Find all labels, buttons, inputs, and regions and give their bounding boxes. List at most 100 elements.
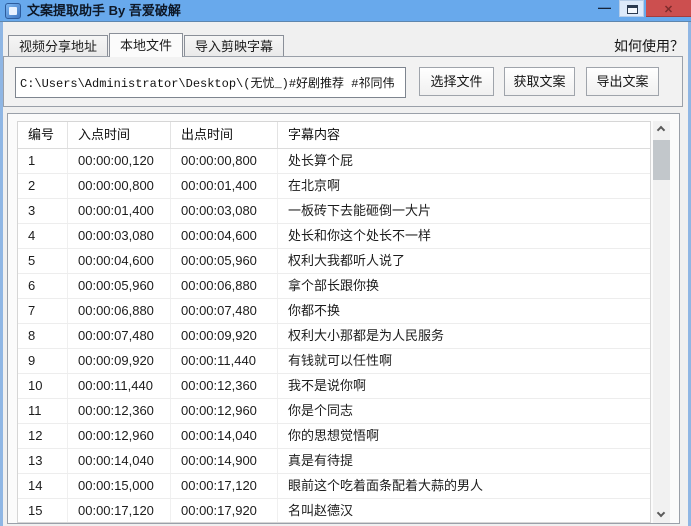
table-row[interactable]: 10 00:00:11,440 00:00:12,360 我不是说你啊 xyxy=(18,374,650,399)
column-header-number[interactable]: 编号 xyxy=(18,122,68,148)
minimize-button[interactable]: — xyxy=(592,0,617,17)
table-cell: 12 xyxy=(18,424,68,448)
table-cell: 00:00:14,040 xyxy=(68,449,171,473)
table-cell: 5 xyxy=(18,249,68,273)
table-cell: 14 xyxy=(18,474,68,498)
tab-local-file[interactable]: 本地文件 xyxy=(109,33,184,57)
table-row[interactable]: 12 00:00:12,960 00:00:14,040 你的思想觉悟啊 xyxy=(18,424,650,449)
table-cell: 00:00:11,440 xyxy=(171,349,278,373)
table-cell: 15 xyxy=(18,499,68,522)
tab-video-share-url[interactable]: 视频分享地址 xyxy=(8,35,109,57)
table-row[interactable]: 7 00:00:06,880 00:00:07,480 你都不换 xyxy=(18,299,650,324)
table-cell: 2 xyxy=(18,174,68,198)
chevron-down-icon xyxy=(656,508,666,518)
table-row[interactable]: 1 00:00:00,120 00:00:00,800 处长算个屁 xyxy=(18,149,650,174)
table-row[interactable]: 6 00:00:05,960 00:00:06,880 拿个部长跟你换 xyxy=(18,274,650,299)
table-cell: 00:00:00,800 xyxy=(68,174,171,198)
column-header-in-time[interactable]: 入点时间 xyxy=(68,122,171,148)
table-cell: 11 xyxy=(18,399,68,423)
scroll-down-button[interactable] xyxy=(653,506,670,523)
export-text-button[interactable]: 导出文案 xyxy=(586,67,659,96)
table-row[interactable]: 11 00:00:12,360 00:00:12,960 你是个同志 xyxy=(18,399,650,424)
table-cell: 权利大我都听人说了 xyxy=(288,253,406,268)
get-text-button[interactable]: 获取文案 xyxy=(504,67,575,96)
table-cell: 有钱就可以任性啊 xyxy=(288,353,393,368)
table-cell: 处长和你这个处长不一样 xyxy=(288,228,432,243)
table-cell: 你是个同志 xyxy=(288,403,354,418)
table-row[interactable]: 3 00:00:01,400 00:00:03,080 一板砖下去能砸倒一大片 xyxy=(18,199,650,224)
table-row[interactable]: 4 00:00:03,080 00:00:04,600 处长和你这个处长不一样 xyxy=(18,224,650,249)
table-cell: 00:00:17,920 xyxy=(171,499,278,522)
subtitle-table-panel: 编号 入点时间 出点时间 字幕内容 1 00:00:00,120 00:00:00,… xyxy=(7,113,680,524)
table-cell: 00:00:05,960 xyxy=(68,274,171,298)
subtitle-table: 编号 入点时间 出点时间 字幕内容 1 00:00:00,120 00:00:00,… xyxy=(17,121,651,523)
table-cell: 00:00:00,120 xyxy=(68,149,171,173)
table-row[interactable]: 5 00:00:04,600 00:00:05,960 权利大我都听人说了 xyxy=(18,249,650,274)
maximize-button[interactable] xyxy=(619,0,644,17)
table-cell: 6 xyxy=(18,274,68,298)
column-header-subtitle-content[interactable]: 字幕内容 xyxy=(278,122,650,148)
table-cell: 在北京啊 xyxy=(288,178,341,193)
titlebar[interactable]: 文案提取助手 By 吾爱破解 — ✕ xyxy=(0,0,691,22)
table-cell: 处长算个屁 xyxy=(288,153,354,168)
table-cell: 7 xyxy=(18,299,68,323)
table-cell: 00:00:03,080 xyxy=(171,199,278,223)
table-cell: 一板砖下去能砸倒一大片 xyxy=(288,203,432,218)
table-cell: 拿个部长跟你换 xyxy=(288,278,380,293)
table-cell: 权利大小那都是为人民服务 xyxy=(288,328,445,343)
column-header-out-time[interactable]: 出点时间 xyxy=(171,122,278,148)
table-cell: 9 xyxy=(18,349,68,373)
table-cell: 眼前这个吃着面条配着大蒜的男人 xyxy=(288,478,484,493)
table-cell: 00:00:11,440 xyxy=(68,374,171,398)
table-row[interactable]: 9 00:00:09,920 00:00:11,440 有钱就可以任性啊 xyxy=(18,349,650,374)
table-cell: 00:00:17,120 xyxy=(68,499,171,522)
table-cell: 8 xyxy=(18,324,68,348)
minimize-icon: — xyxy=(598,0,611,15)
table-cell: 00:00:12,360 xyxy=(171,374,278,398)
table-row[interactable]: 2 00:00:00,800 00:00:01,400 在北京啊 xyxy=(18,174,650,199)
tab-import-jianying-subtitle[interactable]: 导入剪映字幕 xyxy=(184,35,285,57)
table-cell: 4 xyxy=(18,224,68,248)
table-cell: 3 xyxy=(18,199,68,223)
table-cell: 1 xyxy=(18,149,68,173)
maximize-icon xyxy=(627,5,638,14)
table-cell: 10 xyxy=(18,374,68,398)
file-path-input[interactable] xyxy=(15,67,406,98)
app-icon xyxy=(5,3,21,19)
table-cell: 真是有待提 xyxy=(288,453,354,468)
app-window: 文案提取助手 By 吾爱破解 — ✕ 如何使用？ 视频分享地址 本地文件 导入剪… xyxy=(0,0,691,526)
table-row[interactable]: 13 00:00:14,040 00:00:14,900 真是有待提 xyxy=(18,449,650,474)
vertical-scrollbar[interactable] xyxy=(653,121,670,523)
table-cell: 00:00:15,000 xyxy=(68,474,171,498)
close-icon: ✕ xyxy=(663,4,674,16)
table-cell: 00:00:01,400 xyxy=(68,199,171,223)
select-file-button[interactable]: 选择文件 xyxy=(419,67,494,96)
table-cell: 00:00:06,880 xyxy=(68,299,171,323)
table-cell: 00:00:09,920 xyxy=(171,324,278,348)
scrollbar-thumb[interactable] xyxy=(653,140,670,180)
window-title: 文案提取助手 By 吾爱破解 xyxy=(27,3,181,18)
table-cell: 你都不换 xyxy=(288,303,341,318)
table-cell: 00:00:04,600 xyxy=(171,224,278,248)
local-file-tab-page: 选择文件 获取文案 导出文案 xyxy=(3,56,683,107)
table-row[interactable]: 8 00:00:07,480 00:00:09,920 权利大小那都是为人民服务 xyxy=(18,324,650,349)
close-button[interactable]: ✕ xyxy=(646,0,691,17)
table-cell: 13 xyxy=(18,449,68,473)
table-row[interactable]: 15 00:00:17,120 00:00:17,920 名叫赵德汉 xyxy=(18,499,650,522)
table-cell: 名叫赵德汉 xyxy=(288,503,354,518)
table-cell: 00:00:17,120 xyxy=(171,474,278,498)
scroll-up-button[interactable] xyxy=(653,121,670,138)
table-cell: 00:00:03,080 xyxy=(68,224,171,248)
table-cell: 你的思想觉悟啊 xyxy=(288,428,380,443)
help-link[interactable]: 如何使用？ xyxy=(614,36,684,56)
table-header-row: 编号 入点时间 出点时间 字幕内容 xyxy=(18,122,650,149)
table-cell: 我不是说你啊 xyxy=(288,378,367,393)
table-cell: 00:00:07,480 xyxy=(171,299,278,323)
table-cell: 00:00:09,920 xyxy=(68,349,171,373)
tabstrip: 视频分享地址 本地文件 导入剪映字幕 xyxy=(8,33,285,57)
table-cell: 00:00:06,880 xyxy=(171,274,278,298)
table-cell: 00:00:14,900 xyxy=(171,449,278,473)
table-cell: 00:00:12,360 xyxy=(68,399,171,423)
table-row[interactable]: 14 00:00:15,000 00:00:17,120 眼前这个吃着面条配着大蒜的男… xyxy=(18,474,650,499)
table-cell: 00:00:07,480 xyxy=(68,324,171,348)
